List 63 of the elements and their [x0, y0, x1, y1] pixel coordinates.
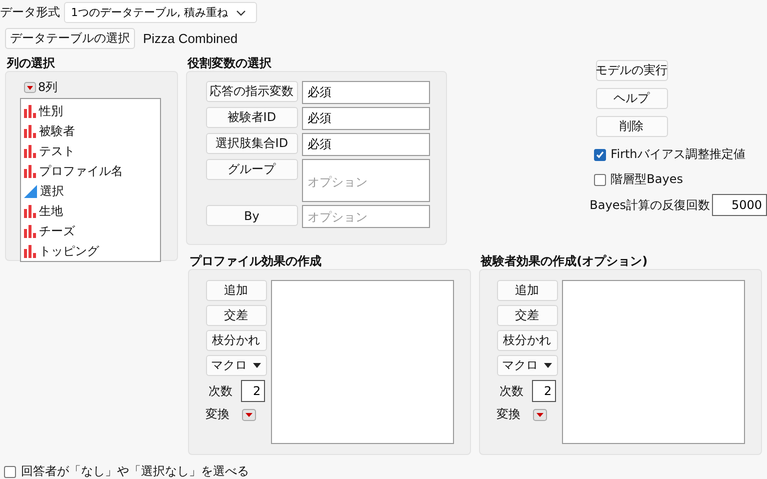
column-item[interactable]: 生地: [21, 201, 160, 221]
role-field[interactable]: オプション: [302, 205, 430, 228]
role-field[interactable]: 必須: [302, 81, 430, 104]
degree-field[interactable]: 2: [532, 380, 556, 402]
bar-chart-icon: [24, 124, 36, 138]
transform-label: 変換: [206, 406, 230, 423]
caret-icon: [544, 363, 552, 368]
effect-button[interactable]: 追加: [496, 280, 558, 301]
table-name: Pizza Combined: [143, 31, 238, 46]
section-title: プロファイル効果の作成: [190, 253, 323, 269]
role-button[interactable]: 被験者ID: [206, 107, 298, 128]
checkbox-label: 回答者が「なし」や「選択なし」を選べる: [21, 463, 249, 479]
checkbox[interactable]: [4, 466, 16, 478]
checkbox-label: 階層型Bayes: [610, 171, 683, 188]
column-count: 8列: [38, 78, 58, 96]
triangle-icon: [24, 184, 37, 198]
role-field[interactable]: 必須: [302, 133, 430, 156]
checkbox[interactable]: [594, 174, 606, 186]
section-title: 列の選択: [7, 55, 56, 71]
column-item[interactable]: 選択: [21, 181, 160, 201]
column-item[interactable]: 被験者: [21, 121, 160, 141]
bar-chart-icon: [24, 204, 36, 218]
checkbox[interactable]: [594, 148, 606, 160]
macro-button[interactable]: マクロ: [496, 355, 558, 376]
data-format-label: データ形式: [0, 4, 60, 21]
column-item[interactable]: 性別: [21, 101, 160, 121]
role-field[interactable]: オプション: [302, 159, 430, 202]
select-table-button[interactable]: データテーブルの選択: [5, 28, 135, 49]
macro-button[interactable]: マクロ: [206, 355, 267, 376]
role-button[interactable]: グループ: [206, 159, 298, 180]
effect-button[interactable]: 交差: [496, 305, 558, 326]
bar-chart-icon: [24, 244, 36, 258]
action-button[interactable]: ヘルプ: [596, 88, 668, 109]
chevron-down-icon: [236, 10, 246, 16]
effect-button[interactable]: 交差: [206, 305, 267, 326]
column-item[interactable]: プロファイル名: [21, 161, 160, 181]
degree-field[interactable]: 2: [240, 380, 265, 402]
bar-chart-icon: [24, 104, 36, 118]
checkbox-label: Firthバイアス調整推定値: [610, 146, 746, 163]
bar-chart-icon: [24, 224, 36, 238]
role-button[interactable]: 選択肢集合ID: [206, 133, 298, 154]
column-item[interactable]: テスト: [21, 141, 160, 161]
degree-label: 次数: [208, 382, 233, 400]
effect-button[interactable]: 追加: [206, 280, 267, 301]
action-button[interactable]: 削除: [596, 116, 668, 137]
iterations-label: Bayes計算の反復回数: [590, 196, 710, 214]
degree-label: 次数: [500, 382, 524, 400]
iterations-field[interactable]: 5000: [712, 194, 767, 216]
effect-button[interactable]: 枝分かれ: [206, 330, 267, 351]
effect-button[interactable]: 枝分かれ: [496, 330, 558, 351]
role-button[interactable]: 応答の指示変数: [206, 81, 298, 102]
role-field[interactable]: 必須: [302, 107, 430, 130]
column-item[interactable]: トッピング: [21, 241, 160, 261]
caret-icon: [253, 363, 262, 368]
data-format-dropdown[interactable]: 1つのデータテーブル, 積み重ね: [64, 2, 257, 23]
bar-chart-icon: [24, 144, 36, 158]
action-button[interactable]: モデルの実行: [596, 60, 668, 81]
section-title: 被験者効果の作成(オプション): [480, 253, 649, 269]
section-title: 役割変数の選択: [188, 55, 273, 71]
transform-label: 変換: [496, 406, 521, 423]
bar-chart-icon: [24, 164, 36, 178]
column-item[interactable]: チーズ: [21, 221, 160, 241]
role-button[interactable]: By: [206, 205, 298, 226]
